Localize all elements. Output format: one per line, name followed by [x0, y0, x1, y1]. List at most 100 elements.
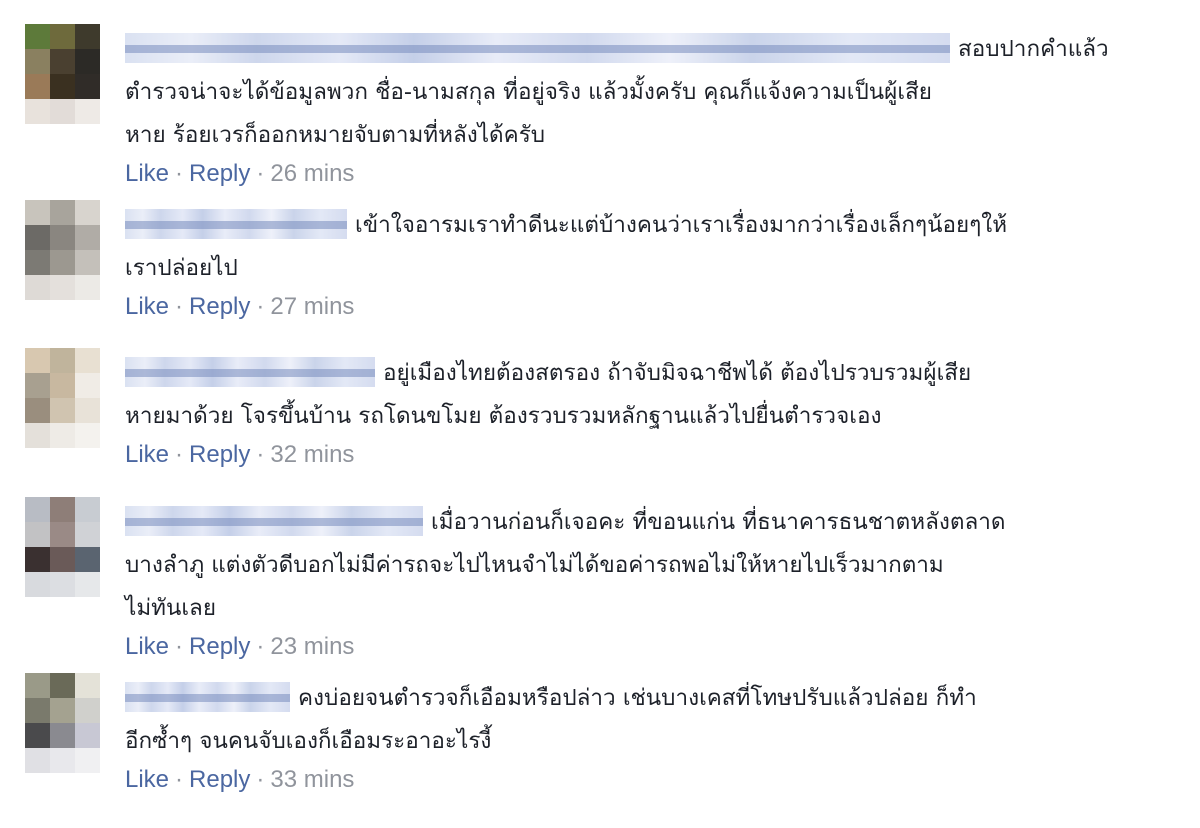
comment-body: เมื่อวานก่อนก็เจอคะ ที่ขอนแก่น ที่ธนาคาร… — [125, 501, 1175, 662]
avatar-pixel — [75, 24, 100, 49]
avatar-pixel — [25, 572, 50, 597]
avatar-pixel — [75, 723, 100, 748]
comment-timestamp[interactable]: 26 mins — [270, 160, 354, 187]
avatar-pixel — [75, 673, 100, 698]
avatar-pixel — [75, 200, 100, 225]
comment-body: สอบปากคำแล้ว ตำรวจน่าจะได้ข้อมูลพวก ชื่อ… — [125, 28, 1175, 189]
comment-timestamp[interactable]: 27 mins — [270, 293, 354, 320]
avatar-pixel — [25, 24, 50, 49]
avatar-pixel — [50, 522, 75, 547]
separator-dot: · — [256, 160, 265, 187]
comment-timestamp[interactable]: 32 mins — [270, 441, 354, 468]
like-link[interactable]: Like — [125, 441, 169, 468]
comment-text-block: เมื่อวานก่อนก็เจอคะ ที่ขอนแก่น ที่ธนาคาร… — [125, 501, 1175, 630]
avatar[interactable] — [25, 497, 100, 597]
commenter-name-blurred[interactable] — [125, 32, 950, 63]
avatar-pixel — [50, 723, 75, 748]
comment-timestamp[interactable]: 23 mins — [270, 633, 354, 660]
comment-text-block: อยู่เมืองไทยต้องสตรอง ถ้าจับมิจฉาชีพได้ … — [125, 352, 1175, 438]
avatar-pixel — [50, 423, 75, 448]
avatar-pixel — [75, 250, 100, 275]
like-link[interactable]: Like — [125, 766, 169, 793]
avatar-pixel — [50, 225, 75, 250]
avatar-pixel — [25, 49, 50, 74]
avatar-pixel — [75, 698, 100, 723]
avatar-pixel — [75, 497, 100, 522]
separator-dot: · — [175, 633, 184, 660]
avatar-pixel — [75, 225, 100, 250]
avatar-pixel — [50, 74, 75, 99]
comment-actions: Like · Reply · 32 mins — [125, 440, 1175, 470]
commenter-name-blurred[interactable] — [125, 356, 375, 387]
avatar-pixel — [25, 99, 50, 124]
avatar-pixel — [25, 748, 50, 773]
avatar-pixel — [25, 225, 50, 250]
avatar-pixel — [75, 398, 100, 423]
avatar[interactable] — [25, 673, 100, 773]
avatar-pixel — [75, 522, 100, 547]
separator-dot: · — [256, 441, 265, 468]
avatar-pixel — [25, 522, 50, 547]
avatar-pixel — [75, 74, 100, 99]
avatar-pixel — [25, 497, 50, 522]
reply-link[interactable]: Reply — [189, 766, 250, 793]
avatar-pixel — [50, 547, 75, 572]
comment-text-block: เข้าใจอารมเราทำดีนะแต่บ้างคนว่าเราเรื่อง… — [125, 204, 1175, 290]
avatar-pixel — [25, 423, 50, 448]
avatar-pixel — [50, 24, 75, 49]
avatar-pixel — [50, 572, 75, 597]
commenter-name-blurred[interactable] — [125, 681, 290, 712]
avatar-pixel — [75, 49, 100, 74]
avatar-pixel — [75, 423, 100, 448]
comment-text-block: คงบ่อยจนตำรวจก็เอือมหรือปล่าว เช่นบางเคส… — [125, 677, 1175, 763]
avatar-pixel — [50, 49, 75, 74]
reply-link[interactable]: Reply — [189, 441, 250, 468]
comment-text-block: สอบปากคำแล้ว ตำรวจน่าจะได้ข้อมูลพวก ชื่อ… — [125, 28, 1175, 157]
separator-dot: · — [175, 293, 184, 320]
separator-dot: · — [175, 160, 184, 187]
separator-dot: · — [175, 441, 184, 468]
commenter-name-blurred[interactable] — [125, 208, 347, 239]
avatar-pixel — [25, 200, 50, 225]
avatar-pixel — [50, 748, 75, 773]
avatar-pixel — [50, 698, 75, 723]
commenter-name-blurred[interactable] — [125, 505, 423, 536]
like-link[interactable]: Like — [125, 160, 169, 187]
avatar-pixel — [25, 250, 50, 275]
comment-timestamp[interactable]: 33 mins — [270, 766, 354, 793]
avatar-pixel — [50, 99, 75, 124]
reply-link[interactable]: Reply — [189, 293, 250, 320]
avatar-pixel — [50, 373, 75, 398]
reply-link[interactable]: Reply — [189, 633, 250, 660]
avatar-pixel — [75, 547, 100, 572]
comment-actions: Like · Reply · 23 mins — [125, 632, 1175, 662]
like-link[interactable]: Like — [125, 293, 169, 320]
avatar-pixel — [25, 373, 50, 398]
avatar-pixel — [25, 547, 50, 572]
like-link[interactable]: Like — [125, 633, 169, 660]
separator-dot: · — [256, 766, 265, 793]
avatar[interactable] — [25, 200, 100, 300]
avatar-pixel — [75, 275, 100, 300]
reply-link[interactable]: Reply — [189, 160, 250, 187]
comment-body: อยู่เมืองไทยต้องสตรอง ถ้าจับมิจฉาชีพได้ … — [125, 352, 1175, 470]
avatar-pixel — [75, 748, 100, 773]
avatar-pixel — [50, 250, 75, 275]
avatar-pixel — [75, 572, 100, 597]
avatar-pixel — [75, 348, 100, 373]
avatar-pixel — [75, 99, 100, 124]
avatar-pixel — [25, 698, 50, 723]
avatar-pixel — [75, 373, 100, 398]
separator-dot: · — [256, 633, 265, 660]
avatar[interactable] — [25, 348, 100, 448]
avatar-pixel — [50, 275, 75, 300]
avatar-pixel — [25, 398, 50, 423]
avatar-pixel — [25, 275, 50, 300]
avatar[interactable] — [25, 24, 100, 124]
avatar-pixel — [25, 74, 50, 99]
avatar-pixel — [50, 398, 75, 423]
separator-dot: · — [256, 293, 265, 320]
avatar-pixel — [50, 348, 75, 373]
avatar-pixel — [25, 348, 50, 373]
comment-actions: Like · Reply · 26 mins — [125, 159, 1175, 189]
